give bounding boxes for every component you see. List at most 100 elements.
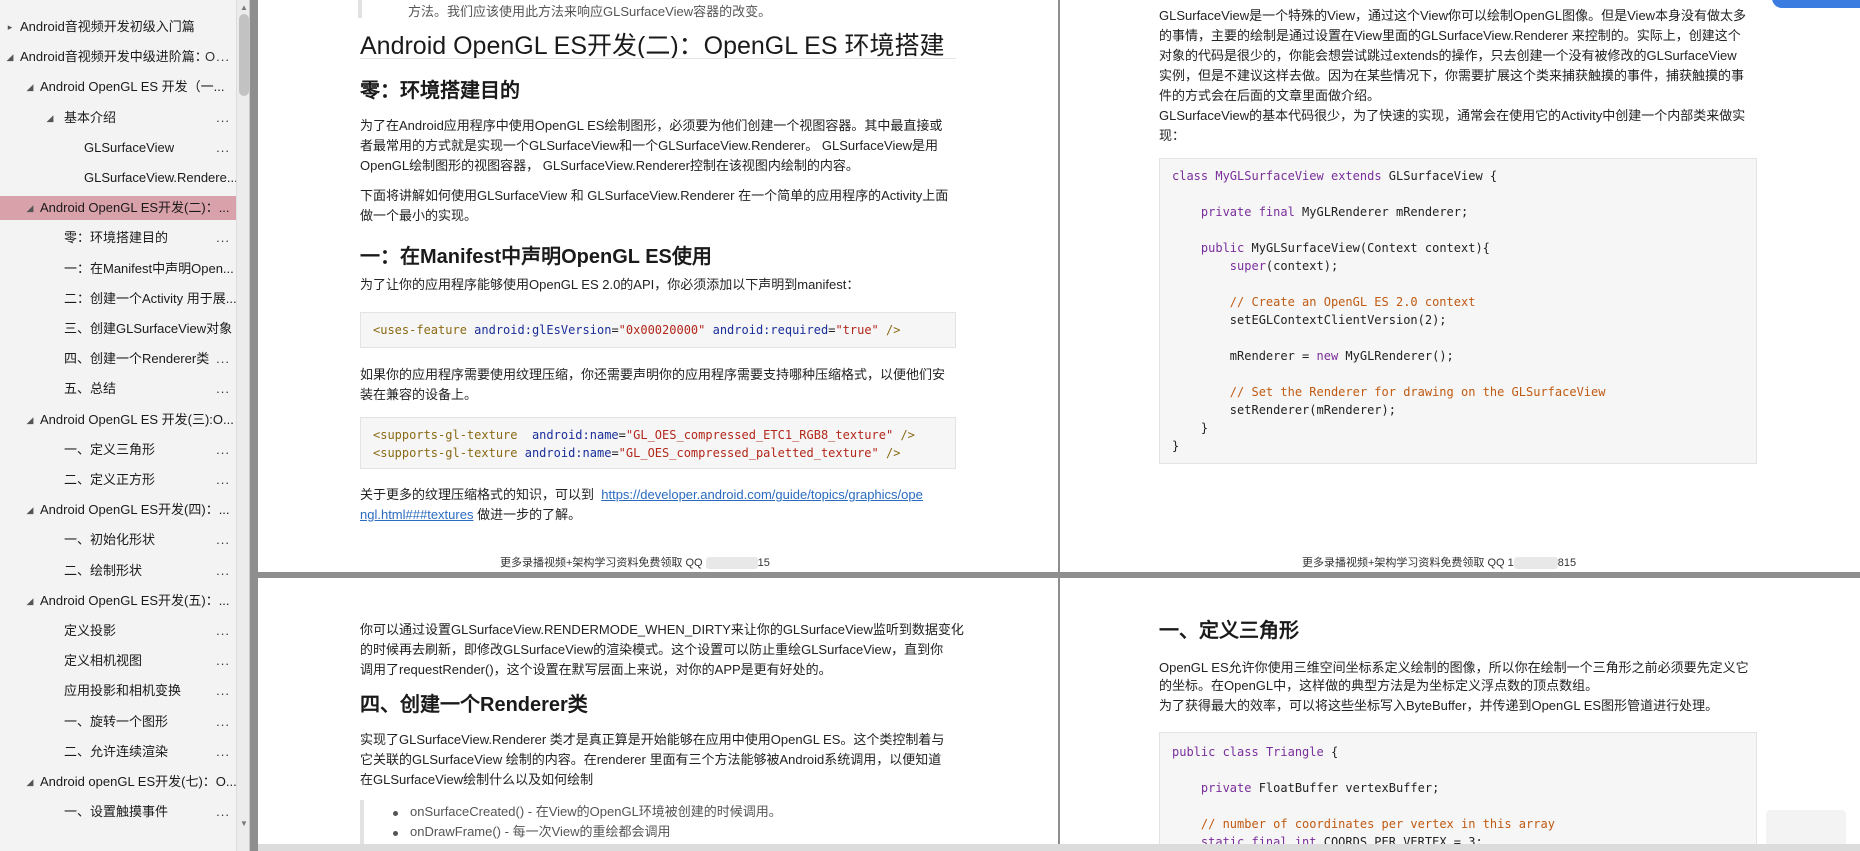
paragraph-line: 的事情，主要的绘制是通过设置在View里面的GLSurfaceView.Rend… [1159, 28, 1741, 43]
chevron-down-icon[interactable]: ◢ [24, 498, 36, 522]
toc-item[interactable]: 定义投影... [0, 619, 236, 643]
document-viewer-window: ▸ Android音视频开发初级入门篇 ◢ Android音视频开发中级进阶篇： O..… [0, 0, 1860, 851]
page-footer: 更多录播视频+架构学习资料免费领取 QQ 15 [500, 554, 770, 570]
footer-text: 15 [757, 557, 770, 569]
chevron-down-icon[interactable]: ◢ [4, 45, 16, 69]
toc-item[interactable]: 三、创建GLSurfaceView对象 [0, 317, 236, 341]
toc-item[interactable]: ◢ Android OpenGL ES开发(五)：... [0, 589, 236, 613]
code-block: class MyGLSurfaceView extends GLSurfaceV… [1159, 158, 1757, 464]
paragraph-line: 实例，但是不建议这样去做。因为在某些情况下，你需要扩展这个类来捕获触摸的事件，捕… [1159, 68, 1745, 83]
toc-item[interactable]: 五、总结... [0, 377, 236, 401]
toc-item[interactable]: 零：环境搭建目的... [0, 226, 236, 250]
texture-docs-link[interactable]: https://developer.android.com/guide/topi… [601, 487, 923, 502]
chevron-down-icon[interactable]: ◢ [24, 408, 36, 432]
chevron-down-icon[interactable]: ◢ [24, 75, 36, 99]
chevron-down-icon[interactable]: ◢ [24, 196, 36, 220]
bullet-icon [393, 811, 398, 816]
toc-item-ellipsis: ... [216, 804, 230, 820]
toc-item[interactable]: 二：创建一个Activity 用于展... [0, 287, 237, 311]
paragraph-line: 你可以通过设置GLSurfaceView.RENDERMODE_WHEN_DIR… [360, 622, 964, 637]
code-block: <supports-gl-texture android:name="GL_OE… [360, 417, 956, 469]
toc-item[interactable]: 定义相机视图... [0, 649, 236, 673]
toc-item-label: 三、创建GLSurfaceView对象 [64, 321, 233, 336]
toc-item-label: 一：在Manifest中声明Open... [64, 260, 234, 276]
toc-item-label: 一、设置触摸事件 [64, 804, 169, 820]
horizontal-scrollbar[interactable] [258, 844, 1860, 851]
toc-item[interactable]: ◢ Android openGL ES开发(七)：O... [0, 770, 237, 794]
toc-item-label: GLSurfaceView [84, 139, 175, 155]
toc-item-label: Android音视频开发初级入门篇 [20, 19, 195, 34]
toc-item[interactable]: GLSurfaceView... [0, 136, 236, 160]
list-item: onSurfaceCreated() - 在View的OpenGL环境被创建的时… [410, 804, 782, 819]
quote-bar [358, 0, 362, 18]
toc-item-label: 一、初始化形状 [64, 532, 156, 548]
toc-item-label: 五、总结 [64, 381, 117, 397]
toc-item-ellipsis: ... [216, 109, 230, 125]
page-viewer[interactable]: 方法。我们应该使用此方法来响应GLSurfaceView容器的改变。 Andro… [258, 0, 1860, 851]
paragraph-line: 的坐标。在OpenGL中，这样做的典型方法是为坐标定义浮点数的顶点数组。 [1159, 678, 1599, 693]
paragraph-line: ngl.html###textures 做进一步的了解。 [360, 505, 581, 525]
toc-item[interactable]: ◢ 基本介绍... [0, 106, 236, 130]
corner-action-button[interactable] [1772, 0, 1860, 8]
toc-item[interactable]: ◢ Android OpenGL ES开发(二)：... [0, 196, 236, 221]
footer-text: 更多录播视频+架构学习资料免费领取 QQ [500, 557, 703, 569]
title-divider [360, 58, 956, 59]
toc-item[interactable]: 一、初始化形状... [0, 528, 236, 552]
chevron-down-icon[interactable]: ◢ [24, 770, 36, 794]
toc-sidebar: ▸ Android音视频开发初级入门篇 ◢ Android音视频开发中级进阶篇： O..… [0, 0, 250, 851]
paragraph-line: 为了让你的应用程序能够使用OpenGL ES 2.0的API，你必须添加以下声明… [360, 277, 860, 292]
toc-item[interactable]: 一、旋转一个图形... [0, 710, 236, 734]
toc-item-label: 应用投影和相机变换 [64, 683, 182, 699]
page-3: 你可以通过设置GLSurfaceView.RENDERMODE_WHEN_DIR… [258, 578, 1058, 851]
toc-item[interactable]: GLSurfaceView.Rendere... [0, 166, 238, 190]
toc-item-ellipsis: ... [216, 623, 230, 638]
toc-item[interactable]: 一：在Manifest中声明Open... [0, 257, 236, 281]
toc-item-ellipsis: ... [216, 713, 230, 729]
toc-item-label: 四、创建一个Renderer类 [64, 351, 210, 367]
toc-item[interactable]: 二、允许连续渲染... [0, 740, 236, 764]
toc-item[interactable]: ◢ Android OpenGL ES开发(四)：... [0, 498, 236, 522]
paragraph-line: 调用了requestRender()，这个设置在默写层面上来说，对你的APP是更… [360, 662, 832, 677]
paragraph-line: 对象的代码是很少的，你能会想尝试跳过extends的操作，只去创建一个没有被修改… [1159, 48, 1737, 63]
paragraph-line: 实现了GLSurfaceView.Renderer 类才是真正算是开始能够在应用… [360, 732, 945, 747]
toc-item[interactable]: ▸ Android音视频开发初级入门篇 [0, 15, 236, 39]
toc-item-ellipsis: ... [216, 743, 230, 759]
toc-item-label: Android OpenGL ES开发(五)：... [40, 592, 230, 608]
bullet-icon [393, 831, 398, 836]
toc-item-label: 一、定义三角形 [64, 441, 156, 457]
heading-four: 四、创建一个Renderer类 [360, 694, 588, 716]
chevron-down-icon[interactable]: ◢ [44, 106, 56, 130]
toc-item-label: 二：创建一个Activity 用于展... [64, 290, 237, 306]
paragraph-line: 现： [1159, 128, 1186, 143]
toc-scrollbar-thumb[interactable] [239, 14, 249, 96]
toc-item-ellipsis: ... [216, 441, 230, 457]
scroll-up-icon[interactable]: ▲ [237, 2, 249, 14]
scroll-down-icon[interactable]: ▼ [237, 818, 249, 830]
toc-item-label: 定义相机视图 [64, 653, 143, 669]
paragraph-line: 关于更多的纹理压缩格式的知识，可以到 https://developer.and… [360, 485, 923, 505]
texture-docs-link-cont[interactable]: ngl.html###textures [360, 507, 473, 522]
toc-item-label: GLSurfaceView.Rendere... [84, 170, 238, 185]
toc-item[interactable]: ◢ Android OpenGL ES 开发(三):O... [0, 408, 236, 432]
toc-item-label: Android音视频开发中级进阶篇： [20, 49, 208, 65]
toc-item-label: Android OpenGL ES开发(二)：... [40, 200, 230, 216]
chevron-right-icon[interactable]: ▸ [4, 15, 16, 39]
toc-item-ellipsis: ... [216, 472, 230, 487]
toc-item-ellipsis: ... [216, 381, 230, 397]
toc-item[interactable]: 二、绘制形状... [0, 559, 236, 583]
toc-item[interactable]: 一、设置触摸事件... [0, 800, 236, 824]
page-title: Android OpenGL ES开发(二)：OpenGL ES 环境搭建 [360, 32, 945, 60]
toc-item[interactable]: 一、定义三角形... [0, 438, 236, 462]
toc-item[interactable]: ◢ Android音视频开发中级进阶篇： O... [0, 45, 236, 69]
toc-item[interactable]: 二、定义正方形... [0, 468, 236, 492]
chevron-down-icon[interactable]: ◢ [24, 589, 36, 613]
toc-item-ellipsis: ... [216, 139, 230, 155]
toc-item[interactable]: 四、创建一个Renderer类... [0, 347, 236, 371]
toc-item-label: Android OpenGL ES 开发（一... [40, 79, 225, 95]
toc-item[interactable]: 应用投影和相机变换... [0, 679, 236, 703]
toc-item-label: 零：环境搭建目的 [64, 230, 169, 246]
toc-item[interactable]: ◢ Android OpenGL ES 开发（一... [0, 75, 236, 99]
toc-item-ellipsis: ... [216, 230, 230, 246]
toc-scrollbar[interactable]: ▲ ▼ [236, 0, 249, 851]
toc-item-label: Android openGL ES开发(七)：O... [40, 774, 237, 789]
